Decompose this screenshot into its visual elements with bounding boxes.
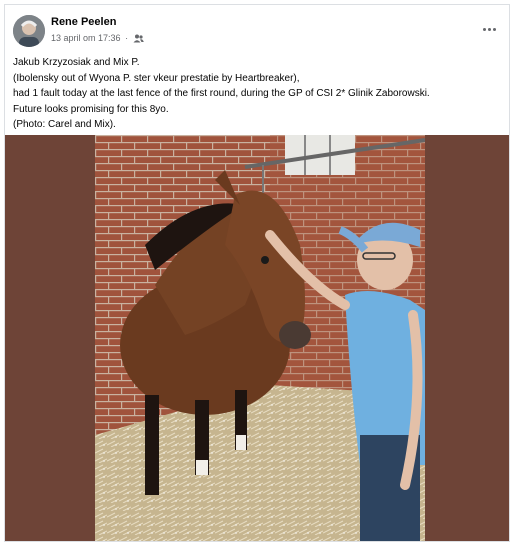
horse-photo-illustration — [95, 135, 425, 541]
post-text-line: Jakub Krzyzosiak and Mix P. — [13, 57, 140, 68]
post-text: Jakub Krzyzosiak and Mix P. (Ibolensky o… — [13, 55, 505, 133]
photo-frame — [5, 135, 509, 541]
post-text-line: (Photo: Carel and Mix). — [13, 119, 116, 130]
post-text-line: (Ibolensky out of Wyona P. ster vkeur pr… — [13, 72, 300, 84]
post-text-line: had 1 fault today at the last fence of t… — [13, 88, 430, 99]
post-header: Rene Peelen 13 april om 17:36 · — [11, 13, 503, 53]
post-photo[interactable] — [95, 135, 425, 541]
post-meta: 13 april om 17:36 · — [51, 33, 144, 45]
facebook-post: Rene Peelen 13 april om 17:36 · Jakub Kr… — [4, 4, 510, 542]
avatar[interactable] — [13, 15, 45, 47]
author-name[interactable]: Rene Peelen — [51, 16, 116, 28]
friends-icon[interactable] — [133, 34, 144, 45]
more-options-icon[interactable] — [477, 19, 501, 39]
post-timestamp[interactable]: 13 april om 17:36 — [51, 33, 121, 43]
post-text-line: Future looks promising for this 8yo. — [13, 103, 169, 115]
avatar-photo — [13, 15, 45, 47]
meta-separator: · — [125, 33, 129, 43]
